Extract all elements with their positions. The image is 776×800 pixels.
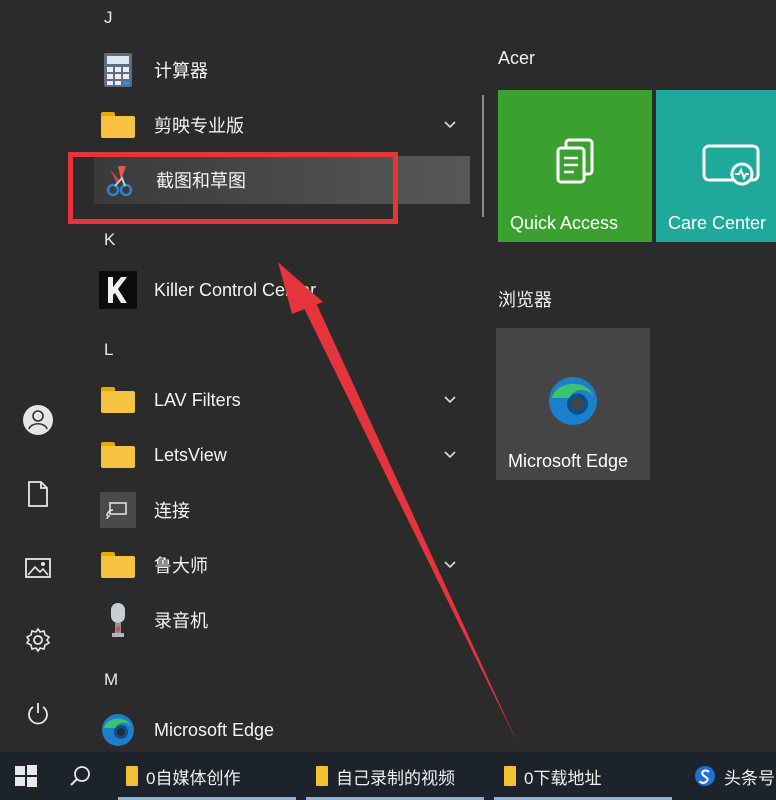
taskbar-item-label: 0自媒体创作 (146, 768, 241, 788)
settings-button[interactable] (14, 616, 62, 664)
quick-access-icon (556, 138, 594, 184)
taskbar-item-sogou[interactable]: 头条号 (690, 752, 776, 800)
app-label: 鲁大师 (154, 556, 208, 576)
tile-label: Quick Access (510, 213, 619, 233)
power-icon (28, 703, 48, 725)
power-button[interactable] (14, 690, 62, 738)
taskbar-item-folder-3[interactable]: 0下载地址 (494, 752, 672, 800)
tile-group-title-browser[interactable]: 浏览器 (498, 286, 552, 312)
care-center-icon (702, 144, 760, 186)
app-calculator[interactable]: 计算器 (92, 46, 472, 94)
tile-label: Care Center (668, 213, 767, 233)
taskbar-item-folder-2[interactable]: 自己录制的视频 (306, 752, 484, 800)
tile-group-title-acer[interactable]: Acer (498, 48, 535, 69)
edge-icon (96, 708, 140, 752)
app-connect[interactable]: 连接 (92, 486, 472, 534)
start-button[interactable] (0, 752, 52, 800)
recorder-icon (96, 598, 140, 642)
start-menu: J 计算器 剪映专业版 截图和草图 K Killer Control Cente… (0, 0, 776, 752)
letter-header-l[interactable]: L (104, 340, 113, 360)
app-ludashi-folder[interactable]: 鲁大师 (92, 541, 472, 589)
folder-icon (101, 387, 135, 413)
letter-header-j[interactable]: J (104, 8, 113, 28)
scrollbar[interactable] (482, 95, 484, 217)
tile-care-center[interactable]: Care Center (656, 90, 776, 242)
tile-label: Microsoft Edge (508, 451, 629, 471)
taskbar-item-folder-1[interactable]: 0自媒体创作 (118, 752, 296, 800)
taskbar: 0自媒体创作 自己录制的视频 0下载地址 头条号 (0, 752, 776, 800)
user-icon (23, 405, 53, 435)
gear-icon (25, 627, 51, 653)
document-icon (28, 481, 48, 507)
tile-quick-access[interactable]: Quick Access (498, 90, 652, 242)
folder-icon (101, 112, 135, 138)
app-voice-recorder[interactable]: 录音机 (92, 596, 472, 644)
pictures-button[interactable] (14, 544, 62, 592)
taskbar-item-label: 自己录制的视频 (336, 768, 455, 788)
user-account-button[interactable] (14, 396, 62, 444)
folder-icon (126, 766, 138, 786)
chevron-down-icon[interactable] (442, 116, 458, 132)
edge-icon (549, 377, 597, 425)
calculator-icon (96, 48, 140, 92)
folder-icon (101, 442, 135, 468)
documents-button[interactable] (14, 470, 62, 518)
app-label: 剪映专业版 (154, 116, 244, 136)
app-lav-filters-folder[interactable]: LAV Filters (92, 376, 472, 424)
killer-icon (96, 268, 140, 312)
chevron-down-icon[interactable] (442, 446, 458, 462)
app-label: LAV Filters (154, 389, 241, 410)
app-label: 连接 (154, 501, 190, 521)
folder-icon (316, 766, 328, 786)
search-icon (70, 766, 90, 786)
app-killer-control-center[interactable]: Killer Control Center (92, 266, 472, 314)
folder-icon (101, 552, 135, 578)
tile-microsoft-edge[interactable]: Microsoft Edge (496, 328, 650, 480)
windows-logo-icon (15, 765, 37, 787)
app-microsoft-edge[interactable]: Microsoft Edge (92, 706, 472, 754)
search-button[interactable] (56, 752, 104, 800)
annotation-highlight-box (68, 152, 398, 224)
letter-header-m[interactable]: M (104, 670, 118, 690)
app-jianying-folder[interactable]: 剪映专业版 (92, 101, 472, 149)
chevron-down-icon[interactable] (442, 556, 458, 572)
connect-icon (96, 488, 140, 532)
app-label: LetsView (154, 444, 227, 465)
app-letsview-folder[interactable]: LetsView (92, 431, 472, 479)
picture-icon (25, 558, 51, 578)
app-label: 录音机 (154, 611, 208, 631)
tiles-area: Acer Quick Access Care Center 浏览器 Micros… (490, 0, 776, 752)
taskbar-item-label: 0下载地址 (524, 768, 602, 788)
app-list: J 计算器 剪映专业版 截图和草图 K Killer Control Cente… (78, 0, 478, 752)
sogou-icon (695, 766, 715, 786)
letter-header-k[interactable]: K (104, 230, 115, 250)
app-label: Microsoft Edge (154, 719, 275, 740)
app-label: Killer Control Center (154, 279, 317, 300)
app-label: 计算器 (154, 61, 208, 81)
taskbar-item-label: 头条号 (724, 768, 775, 788)
folder-icon (504, 766, 516, 786)
start-menu-rail (0, 0, 78, 752)
chevron-down-icon[interactable] (442, 391, 458, 407)
